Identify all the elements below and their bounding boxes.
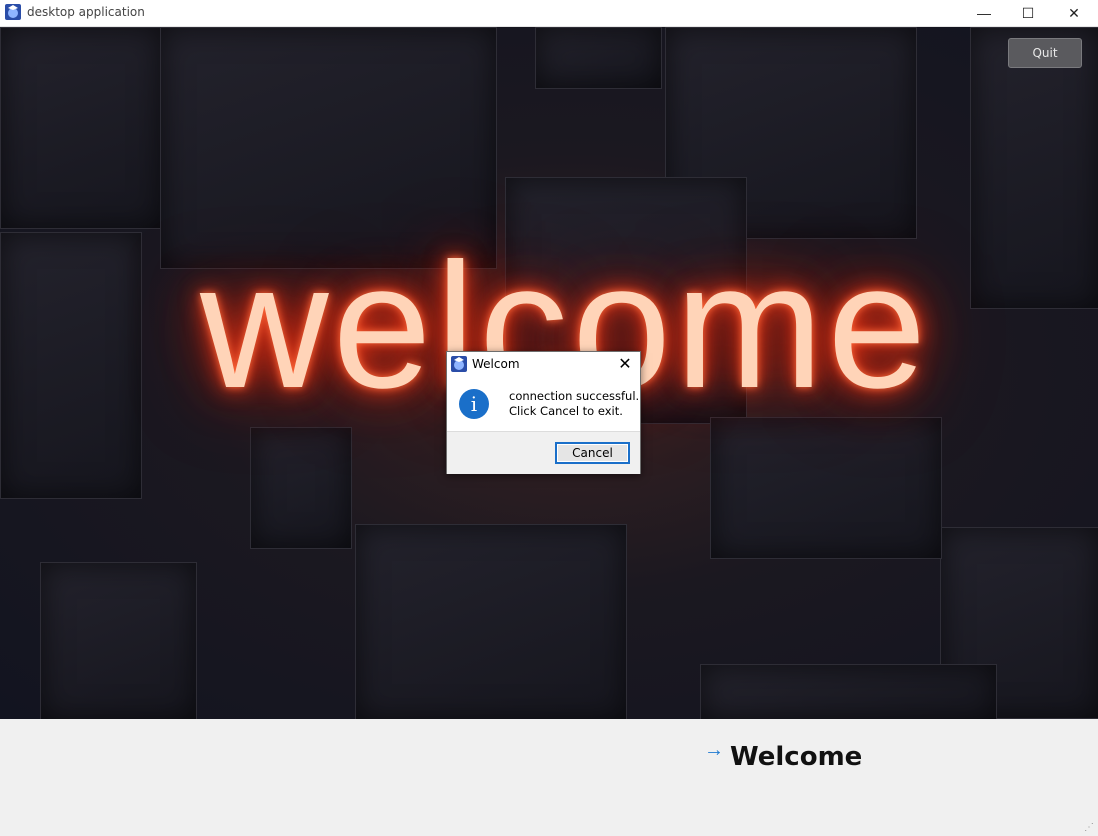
info-icon: i — [459, 389, 489, 419]
window-title: desktop application — [27, 5, 145, 19]
minimize-button[interactable]: — — [962, 0, 1006, 26]
background-tile — [0, 232, 142, 499]
background-tile — [40, 562, 197, 719]
dialog-footer: Cancel — [447, 431, 640, 474]
resize-grip-icon[interactable]: ⋰ — [1084, 822, 1096, 834]
bottom-panel — [0, 719, 1098, 836]
arrow-right-icon: → — [704, 739, 724, 761]
dialog-message-line: connection successful. — [509, 389, 640, 403]
dialog-message: connection successful. Click Cancel to e… — [509, 389, 639, 419]
app-logo-icon — [5, 4, 21, 20]
background-tile — [970, 27, 1098, 309]
dialog-message-line: Click Cancel to exit. — [509, 404, 623, 418]
message-dialog: Welcom ✕ i connection successful. Click … — [446, 351, 641, 474]
dialog-close-button[interactable]: ✕ — [615, 354, 635, 374]
background-tile — [700, 664, 997, 719]
maximize-button[interactable]: ☐ — [1006, 0, 1050, 26]
background-tile — [535, 27, 662, 89]
cancel-button[interactable]: Cancel — [555, 442, 630, 464]
app-logo-icon — [451, 356, 467, 372]
background-tile — [0, 27, 162, 229]
background-tile — [355, 524, 627, 719]
window-titlebar: desktop application — ☐ ✕ — [0, 0, 1098, 27]
dialog-title: Welcom — [472, 357, 520, 371]
welcome-link[interactable]: → Welcome — [704, 740, 862, 772]
dialog-titlebar: Welcom ✕ — [447, 352, 640, 376]
quit-button[interactable]: Quit — [1008, 38, 1082, 68]
close-button[interactable]: ✕ — [1052, 0, 1096, 26]
background-tile — [710, 417, 942, 559]
welcome-label: Welcome — [730, 742, 863, 772]
background-tile — [250, 427, 352, 549]
